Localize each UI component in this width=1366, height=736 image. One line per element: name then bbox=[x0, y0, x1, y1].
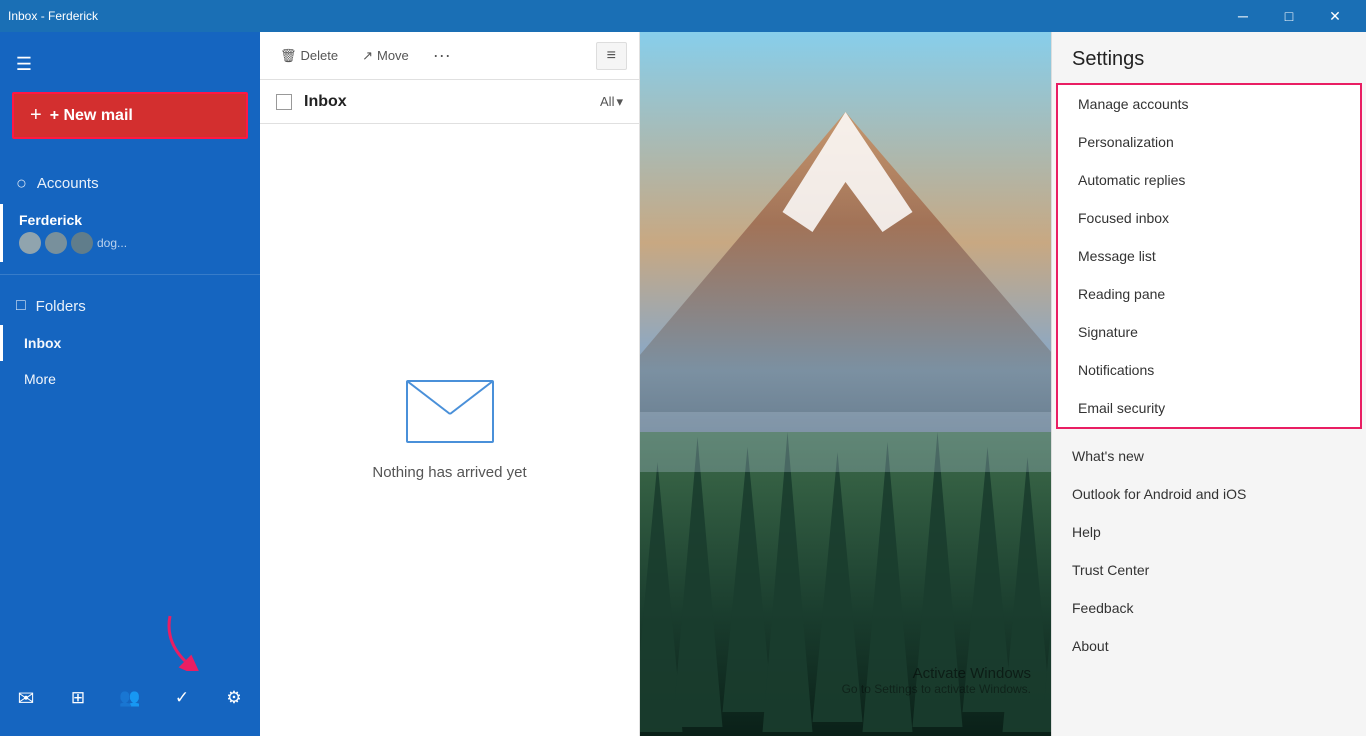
folders-icon: □ bbox=[16, 297, 26, 315]
settings-item-automatic-replies[interactable]: Automatic replies bbox=[1058, 161, 1360, 199]
sidebar: ☰ + + New mail ○ Accounts Ferderick dog.… bbox=[0, 32, 260, 736]
settings-item-help[interactable]: Help bbox=[1052, 513, 1366, 551]
folders-label: Folders bbox=[36, 298, 86, 315]
person-icon: ○ bbox=[16, 173, 27, 194]
sidebar-item-more[interactable]: More bbox=[0, 361, 260, 397]
inbox-label: Inbox bbox=[24, 335, 61, 351]
avatar-2 bbox=[45, 232, 67, 254]
delete-label: Delete bbox=[301, 48, 339, 63]
settings-item-about[interactable]: About bbox=[1052, 627, 1366, 665]
inbox-title: Inbox bbox=[304, 93, 600, 111]
settings-item-signature[interactable]: Signature bbox=[1058, 313, 1360, 351]
app-body: ☰ + + New mail ○ Accounts Ferderick dog.… bbox=[0, 32, 1366, 736]
settings-item-email-security[interactable]: Email security bbox=[1058, 389, 1360, 427]
folders-section: □ Folders Inbox More bbox=[0, 279, 260, 405]
dropdown-icon: ▾ bbox=[616, 94, 623, 110]
accounts-section: ○ Accounts Ferderick dog... bbox=[0, 155, 260, 270]
accounts-label: Accounts bbox=[37, 175, 99, 192]
close-button[interactable]: ✕ bbox=[1312, 0, 1358, 32]
new-mail-button[interactable]: + + New mail bbox=[12, 92, 248, 139]
filter-button[interactable]: ≡ bbox=[596, 42, 627, 70]
reading-pane: Activate Windows Go to Settings to activ… bbox=[640, 32, 1051, 736]
hamburger-button[interactable]: ☰ bbox=[0, 40, 48, 88]
nav-mail-button[interactable]: ✉ bbox=[4, 676, 48, 720]
mail-list-pane: 🗑 Delete ↗ Move ··· ≡ Inbox All ▾ bbox=[260, 32, 640, 736]
account-name: Ferderick bbox=[19, 212, 244, 228]
empty-message: Nothing has arrived yet bbox=[372, 464, 526, 481]
move-button[interactable]: ↗ Move bbox=[354, 42, 417, 70]
titlebar-title: Inbox - Ferderick bbox=[8, 9, 98, 23]
settings-highlighted-group: Manage accounts Personalization Automati… bbox=[1056, 83, 1362, 429]
account-item[interactable]: Ferderick dog... bbox=[0, 204, 260, 262]
sidebar-item-inbox[interactable]: Inbox bbox=[0, 325, 260, 361]
settings-item-reading-pane[interactable]: Reading pane bbox=[1058, 275, 1360, 313]
folders-header: □ Folders bbox=[0, 287, 260, 325]
arrow-annotation bbox=[160, 611, 220, 676]
settings-item-whats-new[interactable]: What's new bbox=[1052, 437, 1366, 475]
minimize-button[interactable]: ─ bbox=[1220, 0, 1266, 32]
settings-item-message-list[interactable]: Message list bbox=[1058, 237, 1360, 275]
all-label: All bbox=[600, 94, 614, 109]
avatar-3 bbox=[71, 232, 93, 254]
titlebar-controls: ─ □ ✕ bbox=[1220, 0, 1358, 32]
avatar-1 bbox=[19, 232, 41, 254]
accounts-header[interactable]: ○ Accounts bbox=[0, 163, 260, 204]
nav-calendar-button[interactable]: ⊞ bbox=[56, 676, 100, 720]
sidebar-top: ☰ + + New mail bbox=[0, 32, 260, 155]
more-icon: ··· bbox=[433, 45, 451, 65]
delete-button[interactable]: 🗑 Delete bbox=[272, 42, 346, 70]
maximize-button[interactable]: □ bbox=[1266, 0, 1312, 32]
settings-title: Settings bbox=[1052, 32, 1366, 83]
mountain-background bbox=[640, 32, 1051, 736]
people-icon: 👥 bbox=[119, 688, 140, 708]
nav-people-button[interactable]: 👥 bbox=[108, 676, 152, 720]
nav-settings-button[interactable]: ⚙ bbox=[212, 676, 256, 720]
settings-panel: Settings Manage accounts Personalization… bbox=[1051, 32, 1366, 736]
sidebar-bottom: ✉ ⊞ 👥 ✓ ⚙ bbox=[0, 660, 260, 736]
move-label: Move bbox=[377, 48, 409, 63]
select-all-checkbox[interactable] bbox=[276, 94, 292, 110]
settings-item-feedback[interactable]: Feedback bbox=[1052, 589, 1366, 627]
empty-state: Nothing has arrived yet bbox=[260, 124, 639, 736]
settings-item-personalization[interactable]: Personalization bbox=[1058, 123, 1360, 161]
settings-item-notifications[interactable]: Notifications bbox=[1058, 351, 1360, 389]
titlebar: Inbox - Ferderick ─ □ ✕ bbox=[0, 0, 1366, 32]
settings-item-outlook-android-ios[interactable]: Outlook for Android and iOS bbox=[1052, 475, 1366, 513]
settings-icon: ⚙ bbox=[226, 688, 241, 708]
mail-icon: ✉ bbox=[18, 686, 35, 711]
mail-toolbar: 🗑 Delete ↗ Move ··· ≡ bbox=[260, 32, 639, 80]
settings-separator bbox=[1052, 429, 1366, 437]
settings-item-trust-center[interactable]: Trust Center bbox=[1052, 551, 1366, 589]
new-mail-plus-icon: + bbox=[30, 104, 42, 127]
move-icon: ↗ bbox=[362, 48, 373, 64]
filter-icon: ≡ bbox=[607, 47, 616, 64]
account-email-row: dog... bbox=[19, 232, 244, 254]
new-mail-label: + New mail bbox=[50, 107, 133, 125]
calendar-icon: ⊞ bbox=[71, 688, 85, 708]
settings-item-manage-accounts[interactable]: Manage accounts bbox=[1058, 85, 1360, 123]
inbox-header: Inbox All ▾ bbox=[260, 80, 639, 124]
account-email-partial: dog... bbox=[97, 236, 127, 250]
inbox-filter-all[interactable]: All ▾ bbox=[600, 94, 623, 110]
more-label: More bbox=[24, 371, 56, 387]
sidebar-divider-1 bbox=[0, 274, 260, 275]
bottom-nav: ✉ ⊞ 👥 ✓ ⚙ bbox=[0, 668, 260, 728]
tasks-icon: ✓ bbox=[175, 688, 189, 708]
more-actions-button[interactable]: ··· bbox=[425, 41, 459, 70]
settings-item-focused-inbox[interactable]: Focused inbox bbox=[1058, 199, 1360, 237]
empty-envelope-icon bbox=[405, 379, 495, 444]
nav-tasks-button[interactable]: ✓ bbox=[160, 676, 204, 720]
delete-icon: 🗑 bbox=[280, 48, 297, 64]
